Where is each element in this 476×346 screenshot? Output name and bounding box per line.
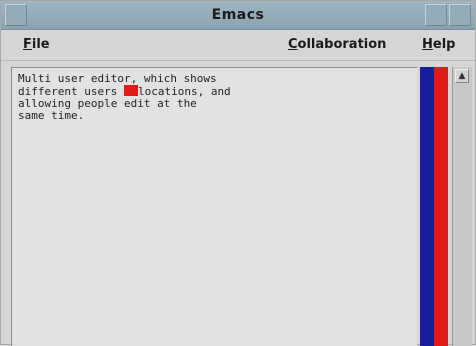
scroll-up-arrow-icon[interactable]: ▲ [455, 69, 469, 83]
maximize-button[interactable] [449, 4, 471, 26]
menu-collaboration-label: ollaboration [297, 37, 387, 52]
vertical-scrollbar[interactable]: ▲ [452, 67, 472, 346]
emacs-window: Emacs File Collaboration Help Multi user… [0, 0, 476, 346]
menu-help-mnemonic: H [422, 37, 433, 52]
menu-bar: File Collaboration Help [1, 30, 475, 61]
remote-user-cursor [123, 85, 138, 96]
menu-file-label: ile [31, 37, 50, 52]
minimize-button[interactable] [425, 4, 447, 26]
editor-buffer[interactable]: Multi user editor, which shows different… [11, 67, 417, 346]
menu-file[interactable]: File [23, 37, 50, 52]
menu-file-mnemonic: F [23, 37, 32, 52]
menu-help-label: elp [432, 37, 456, 52]
user-indicator-blue [420, 67, 434, 346]
window-title: Emacs [211, 7, 265, 23]
title-bar[interactable]: Emacs [1, 1, 475, 30]
buffer-text[interactable]: Multi user editor, which shows different… [18, 73, 348, 122]
menu-collaboration[interactable]: Collaboration [288, 37, 386, 52]
menu-collaboration-mnemonic: C [288, 37, 298, 52]
user-indicator-red [434, 67, 448, 346]
menu-help[interactable]: Help [422, 37, 455, 52]
